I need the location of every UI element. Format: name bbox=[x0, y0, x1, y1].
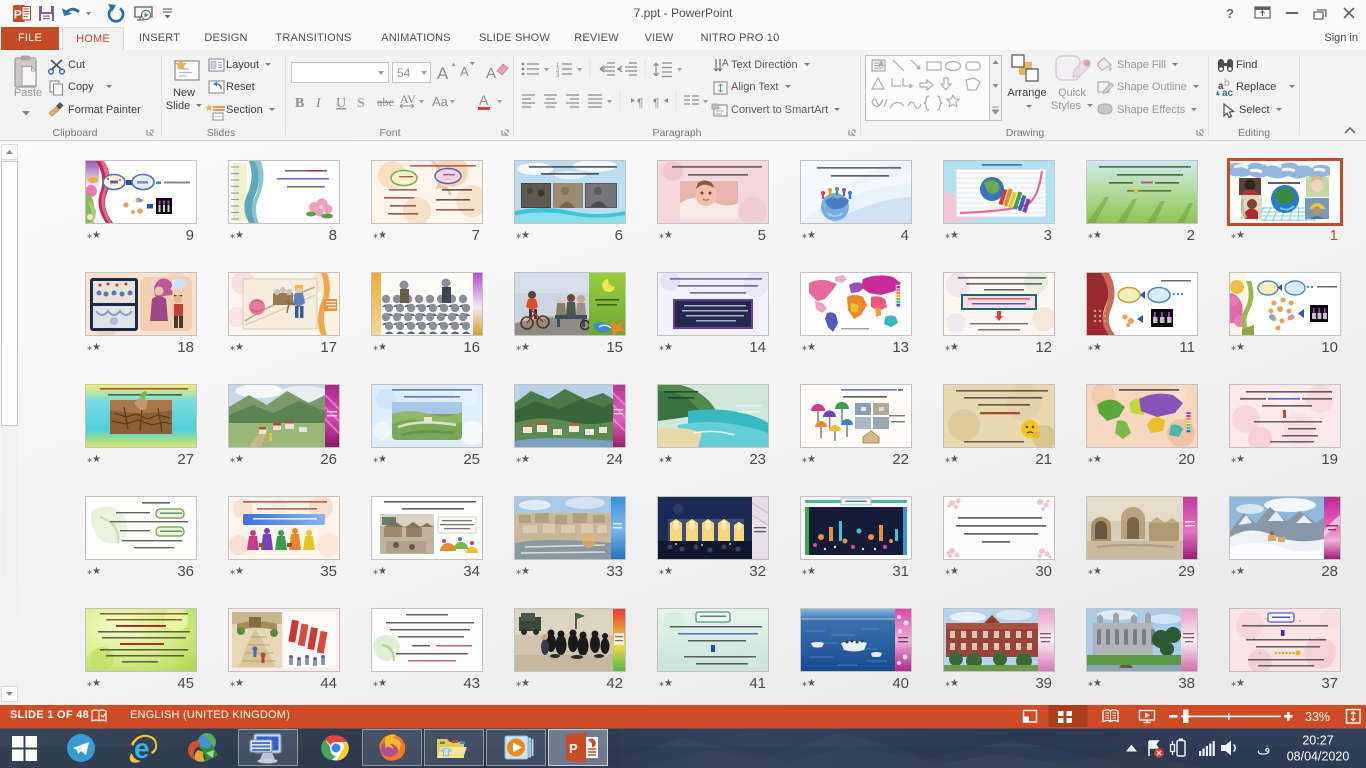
svg-text:abc: abc bbox=[377, 95, 394, 109]
svg-text:A: A bbox=[722, 58, 729, 69]
svg-text:?: ? bbox=[1226, 6, 1234, 21]
svg-text:20:27: 20:27 bbox=[1302, 734, 1333, 748]
svg-text:A: A bbox=[879, 61, 884, 68]
svg-text:Aa: Aa bbox=[432, 94, 449, 109]
svg-text:I: I bbox=[315, 96, 322, 111]
svg-text:54: 54 bbox=[397, 66, 411, 80]
svg-text:¶: ¶ bbox=[653, 96, 659, 110]
svg-text:ac: ac bbox=[1222, 88, 1234, 99]
svg-text:3: 3 bbox=[556, 73, 560, 79]
svg-text:P: P bbox=[569, 741, 578, 756]
svg-text:U: U bbox=[336, 96, 346, 111]
svg-text:A: A bbox=[479, 92, 489, 108]
svg-text:B: B bbox=[295, 96, 304, 111]
svg-text:A: A bbox=[460, 64, 469, 79]
svg-text:ف: ف bbox=[1257, 742, 1270, 757]
svg-text:S: S bbox=[357, 96, 365, 111]
svg-text:A: A bbox=[437, 64, 449, 83]
svg-text:e: e bbox=[134, 733, 150, 764]
svg-text:A: A bbox=[486, 65, 496, 82]
svg-text:33%: 33% bbox=[1305, 710, 1330, 724]
svg-text:¶: ¶ bbox=[637, 96, 643, 110]
svg-text:08/04/2020: 08/04/2020 bbox=[1287, 750, 1350, 764]
